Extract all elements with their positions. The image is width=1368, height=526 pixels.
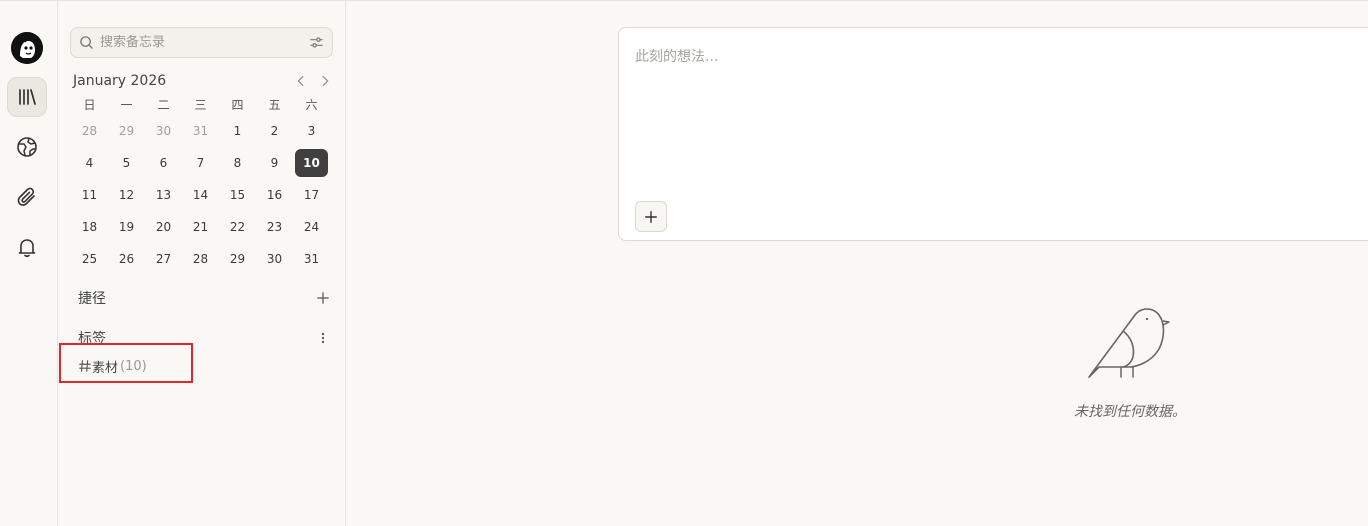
- calendar-day[interactable]: 12: [110, 181, 143, 209]
- library-icon: [19, 89, 36, 105]
- calendar-header: January 2026: [73, 71, 333, 91]
- calendar-day[interactable]: 11: [73, 181, 106, 209]
- weekday-label: 三: [194, 97, 207, 112]
- calendar-day[interactable]: 21: [184, 213, 217, 241]
- calendar-grid: 日一二三四五六 28 29 30 31 1 2 3 4 5 6 7 8 9 10 11 12 13 14 15 16 17…: [71, 93, 331, 275]
- calendar-day-today[interactable]: 10: [295, 149, 328, 177]
- calendar-day[interactable]: 18: [73, 213, 106, 241]
- memo-input[interactable]: [635, 46, 1335, 196]
- library-nav-button[interactable]: [7, 77, 47, 117]
- calendar-day[interactable]: 15: [221, 181, 254, 209]
- calendar-day[interactable]: 1: [221, 117, 254, 145]
- nav-rail: [0, 1, 58, 526]
- next-month-button[interactable]: [317, 73, 333, 89]
- bird-icon: [1088, 308, 1170, 378]
- prev-month-button[interactable]: [293, 73, 309, 89]
- weekday-label: 五: [268, 97, 281, 112]
- calendar-day[interactable]: 13: [147, 181, 180, 209]
- weekday-label: 四: [231, 97, 244, 112]
- calendar-day[interactable]: 19: [110, 213, 143, 241]
- calendar-day[interactable]: 7: [184, 149, 217, 177]
- calendar-day[interactable]: 22: [221, 213, 254, 241]
- calendar-day[interactable]: 2: [258, 117, 291, 145]
- shortcuts-section: 捷径: [78, 287, 330, 309]
- calendar-day[interactable]: 28: [184, 245, 217, 273]
- calendar-day[interactable]: 31: [184, 117, 217, 145]
- weekday-label: 二: [157, 97, 170, 112]
- empty-state: 未找到任何数据。: [1040, 301, 1220, 421]
- highlight-box: [59, 343, 193, 383]
- calendar-day[interactable]: 6: [147, 149, 180, 177]
- calendar-day[interactable]: 8: [221, 149, 254, 177]
- calendar-day[interactable]: 16: [258, 181, 291, 209]
- plus-icon: [645, 210, 657, 223]
- add-shortcut-icon[interactable]: [316, 291, 330, 305]
- calendar-day[interactable]: 29: [110, 117, 143, 145]
- memo-editor: [618, 27, 1368, 241]
- chevron-right-icon: [322, 76, 329, 86]
- explore-nav-button[interactable]: [7, 127, 47, 167]
- calendar-day[interactable]: 14: [184, 181, 217, 209]
- app-logo-icon: [11, 32, 43, 64]
- calendar-day[interactable]: 17: [295, 181, 328, 209]
- globe-icon: [17, 137, 37, 157]
- weekday-label: 一: [120, 97, 133, 112]
- sidebar: January 2026 日一二三四五六28293031123456789101…: [58, 1, 346, 526]
- empty-state-text: 未找到任何数据。: [1074, 404, 1186, 420]
- more-vertical-icon[interactable]: [316, 331, 330, 345]
- app-logo[interactable]: [11, 32, 43, 64]
- calendar-day[interactable]: 26: [110, 245, 143, 273]
- calendar-day[interactable]: 23: [258, 213, 291, 241]
- calendar-day[interactable]: 24: [295, 213, 328, 241]
- calendar-day[interactable]: 30: [258, 245, 291, 273]
- attachments-nav-button[interactable]: [7, 177, 47, 217]
- search-icon: [80, 36, 93, 49]
- calendar-day[interactable]: 25: [73, 245, 106, 273]
- bell-icon: [18, 239, 36, 258]
- search-box[interactable]: [70, 27, 333, 58]
- calendar-day[interactable]: 5: [110, 149, 143, 177]
- shortcuts-label: 捷径: [78, 291, 106, 307]
- calendar-day[interactable]: 4: [73, 149, 106, 177]
- calendar-day[interactable]: 9: [258, 149, 291, 177]
- calendar-month-title: January 2026: [73, 73, 167, 89]
- filter-settings-icon[interactable]: [309, 35, 324, 50]
- paperclip-icon: [17, 187, 35, 206]
- calendar-day[interactable]: 27: [147, 245, 180, 273]
- calendar-day[interactable]: 30: [147, 117, 180, 145]
- notifications-nav-button[interactable]: [7, 227, 47, 267]
- weekday-label: 日: [83, 97, 96, 112]
- chevron-left-icon: [297, 76, 304, 86]
- calendar-day[interactable]: 31: [295, 245, 328, 273]
- calendar-day[interactable]: 20: [147, 213, 180, 241]
- calendar-day[interactable]: 29: [221, 245, 254, 273]
- weekday-label: 六: [305, 97, 318, 112]
- search-input[interactable]: [100, 35, 309, 50]
- add-button[interactable]: [635, 201, 667, 232]
- calendar-day[interactable]: 3: [295, 117, 328, 145]
- calendar-day[interactable]: 28: [73, 117, 106, 145]
